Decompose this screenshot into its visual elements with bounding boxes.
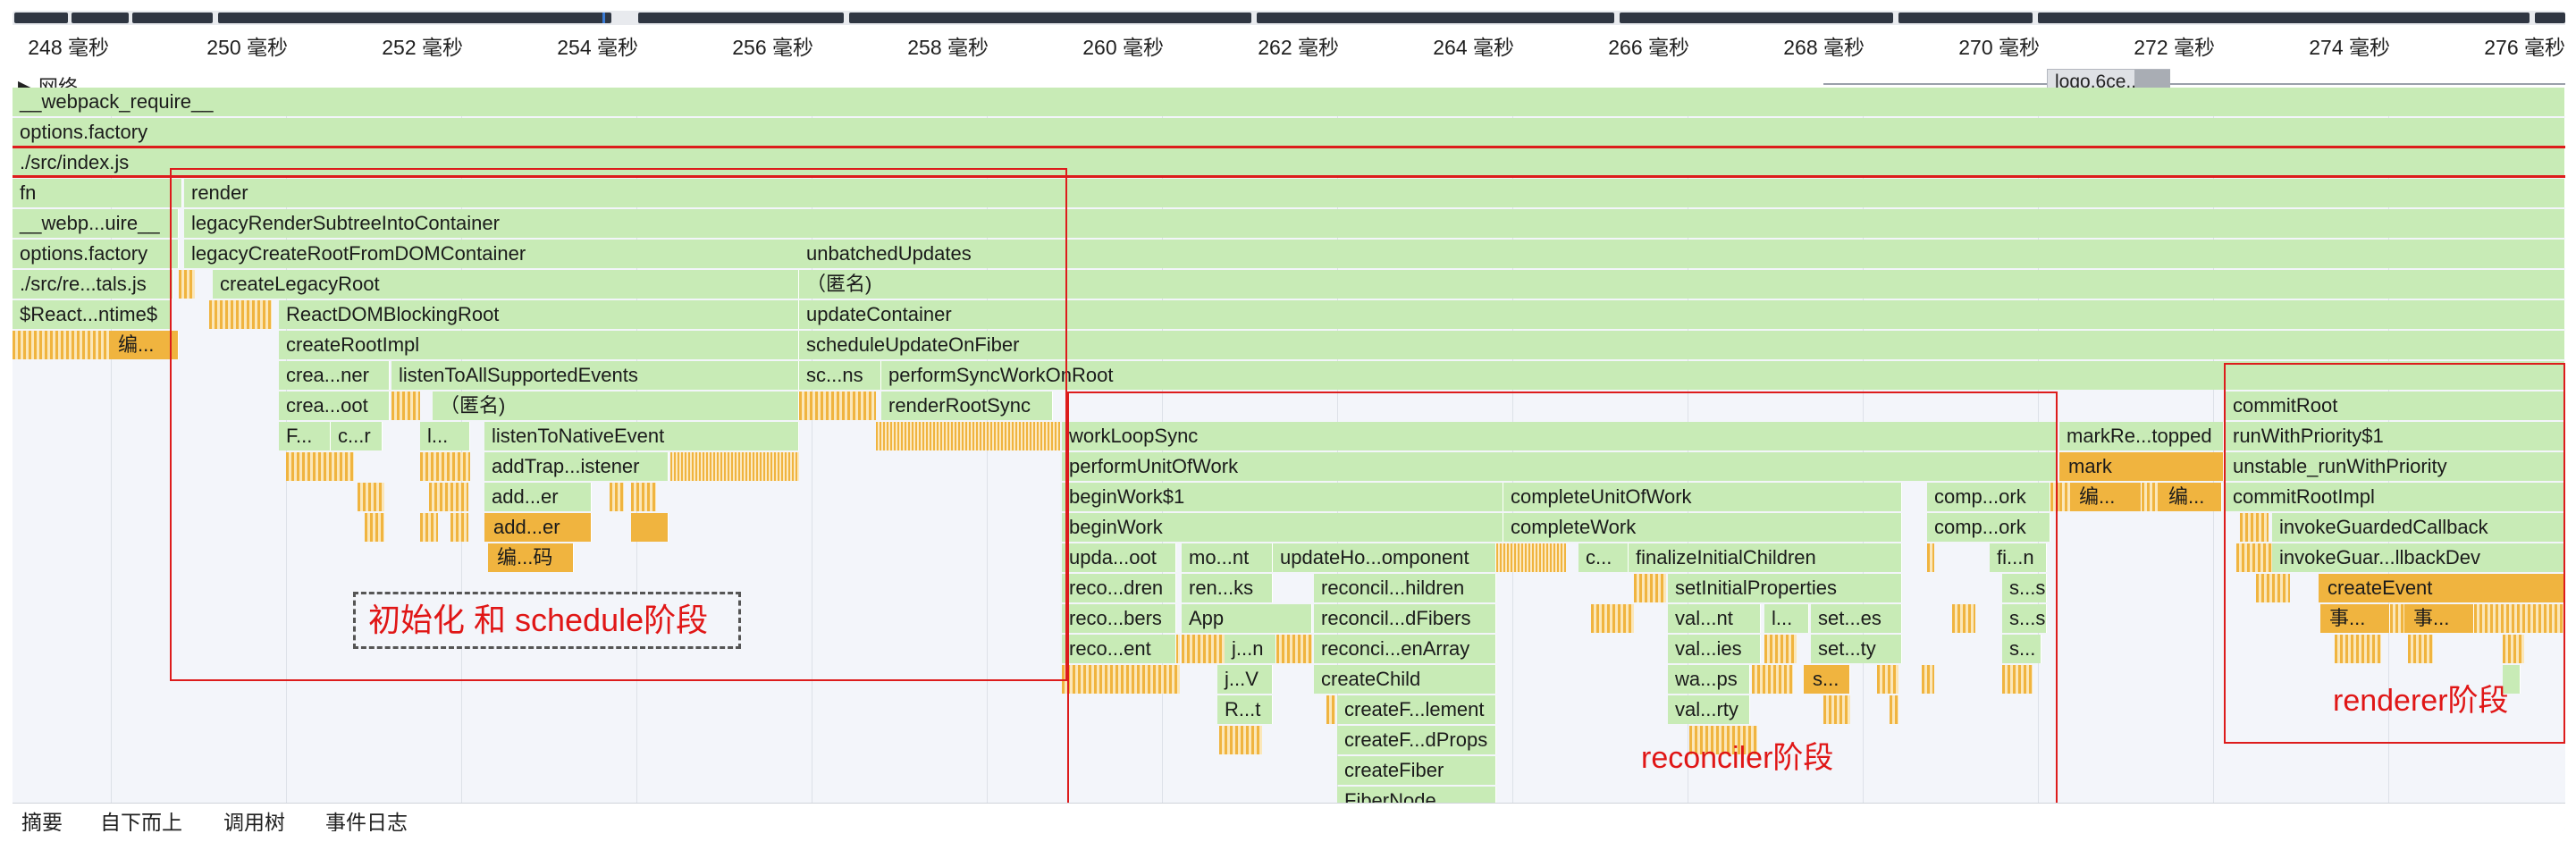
flame-react-ntime[interactable]: $React...ntime$ — [13, 300, 172, 329]
flame-gc-slice — [13, 331, 109, 359]
time-tick: 258 毫秒 — [907, 36, 989, 59]
overview-marker — [602, 13, 605, 23]
time-tick: 248 毫秒 — [28, 36, 109, 59]
network-request-line — [1823, 83, 2565, 85]
init-schedule-phase-label: 初始化 和 schedule阶段 — [353, 592, 741, 649]
overview-segment — [132, 13, 213, 23]
overview-segment — [218, 13, 611, 23]
time-tick: 256 毫秒 — [732, 36, 813, 59]
time-tick: 252 毫秒 — [382, 36, 463, 59]
overview-segment — [849, 13, 1251, 23]
flame-mark[interactable]: mark — [2059, 452, 2224, 481]
flame-options-factory[interactable]: options.factory — [13, 118, 2565, 147]
time-tick: 260 毫秒 — [1082, 36, 1164, 59]
overview-segment — [1620, 13, 1893, 23]
overview-segment — [1898, 13, 2033, 23]
flame-fn[interactable]: fn — [13, 179, 182, 207]
flame-src-re-tals[interactable]: ./src/re...tals.js — [13, 270, 173, 299]
time-tick: 264 毫秒 — [1433, 36, 1514, 59]
overview-segment — [14, 13, 68, 23]
reconciler-phase-label: reconciler阶段 — [1641, 741, 1834, 775]
highlight-line-top — [13, 146, 2565, 148]
time-tick: 276 毫秒 — [2484, 36, 2565, 59]
tab-summary[interactable]: 摘要 — [21, 811, 63, 831]
time-ruler[interactable]: 248 毫秒 250 毫秒 252 毫秒 254 毫秒 256 毫秒 258 毫… — [13, 25, 2565, 65]
details-tab-bar: 摘要 自下而上 调用树 事件日志 — [13, 803, 2565, 831]
reconciler-phase-box — [1067, 392, 2058, 831]
tab-call-tree[interactable]: 调用树 — [223, 811, 285, 831]
performance-flame-chart-panel: 248 毫秒 250 毫秒 252 毫秒 254 毫秒 256 毫秒 258 毫… — [13, 11, 2565, 831]
overview-segment — [72, 13, 129, 23]
time-tick: 250 毫秒 — [206, 36, 288, 59]
time-tick: 270 毫秒 — [1958, 36, 2040, 59]
time-tick: 262 毫秒 — [1258, 36, 1339, 59]
overview-segment — [1257, 13, 1614, 23]
flame-webp-uire[interactable]: __webp...uire__ — [13, 209, 179, 238]
overview-segment — [2535, 13, 2565, 23]
flame-mark-re-topped[interactable]: markRe...topped — [2059, 422, 2224, 450]
flame-options-factory-2[interactable]: options.factory — [13, 240, 179, 268]
flame-gc-slice — [2142, 483, 2159, 511]
timeline-overview[interactable] — [13, 11, 2565, 25]
overview-segment — [638, 13, 844, 23]
renderer-phase-label: renderer阶段 — [2333, 684, 2509, 718]
time-tick: 268 毫秒 — [1783, 36, 1865, 59]
time-tick: 274 毫秒 — [2309, 36, 2390, 59]
overview-segment — [2038, 13, 2530, 23]
tab-bottom-up[interactable]: 自下而上 — [100, 811, 182, 831]
flame-gc-slice — [2059, 483, 2070, 511]
flame-bian-3[interactable]: 编... — [2159, 483, 2222, 511]
flame-webpack-require[interactable]: __webpack_require__ — [13, 88, 2565, 116]
time-tick: 254 毫秒 — [557, 36, 638, 59]
flame-bian-2[interactable]: 编... — [2070, 483, 2142, 511]
tab-event-log[interactable]: 事件日志 — [325, 811, 408, 831]
time-tick: 272 毫秒 — [2134, 36, 2215, 59]
flame-bian[interactable]: 编... — [109, 331, 179, 359]
time-tick: 266 毫秒 — [1608, 36, 1689, 59]
